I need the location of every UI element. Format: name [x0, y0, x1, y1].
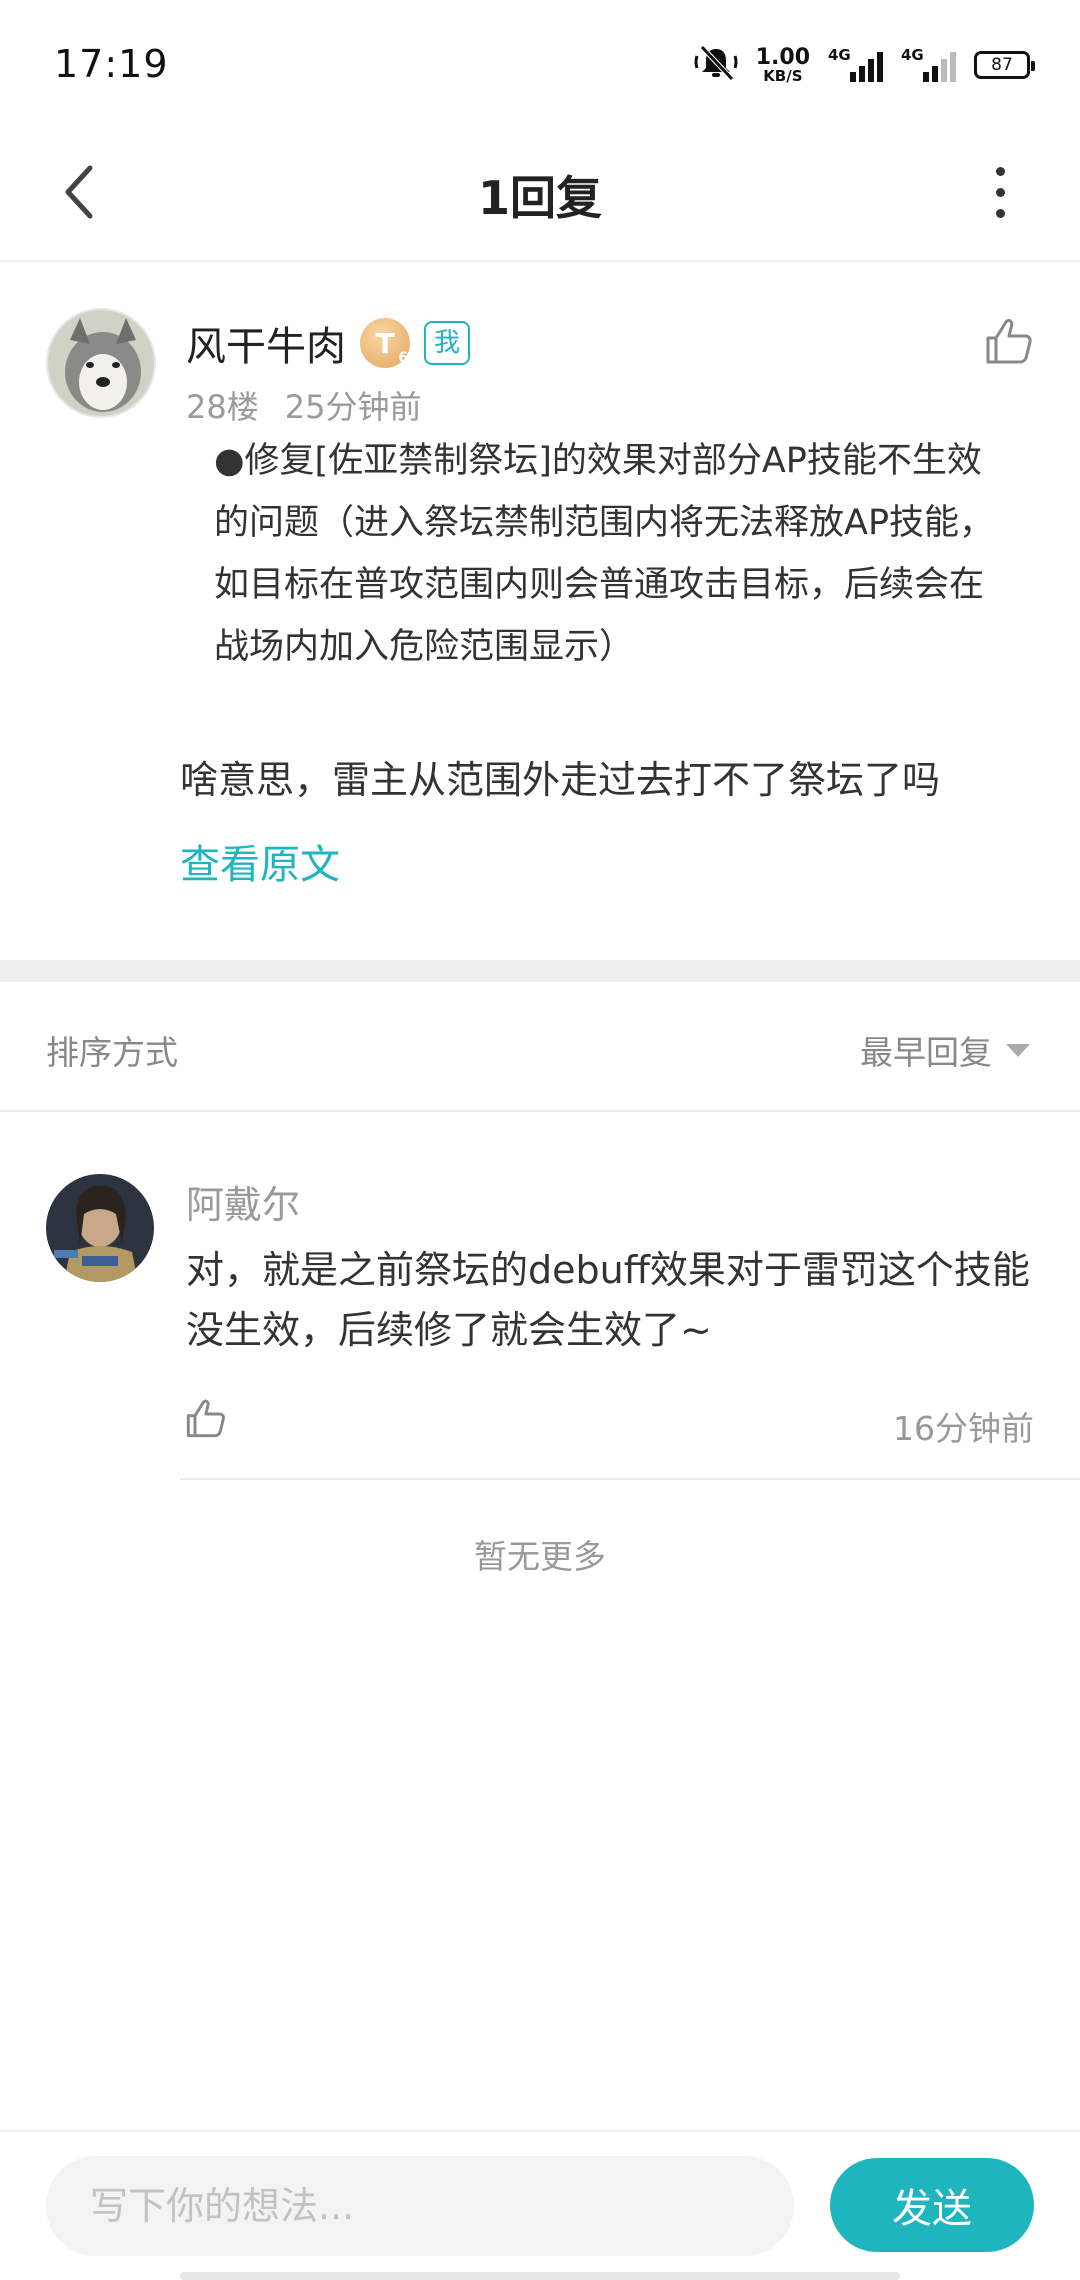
comment-meta: 28楼 25分钟前 — [186, 382, 421, 428]
reply-text: 对，就是之前祭坛的debuff效果对于雷罚这个技能没生效，后续修了就会生效了~ — [186, 1248, 1030, 1352]
status-icons: 1.00 KB/S 4G 4G 87 — [694, 42, 1035, 88]
author-name[interactable]: 风干牛肉 — [186, 314, 346, 372]
battery-icon: 87 — [974, 51, 1035, 79]
level-badge: T 6 — [360, 318, 410, 368]
avatar[interactable] — [46, 1174, 154, 1282]
signal-icon-secondary: 4G — [901, 46, 956, 82]
more-options-button[interactable] — [960, 152, 1040, 232]
floor-number: 28楼 — [186, 388, 259, 426]
sort-label: 排序方式 — [46, 1033, 178, 1072]
comment-time: 25分钟前 — [284, 388, 422, 426]
comment-composer: 发送 — [0, 2130, 1080, 2280]
view-original-link[interactable]: 查看原文 — [180, 832, 340, 890]
comment-input[interactable] — [46, 2156, 794, 2256]
like-button[interactable] — [180, 1394, 230, 1444]
avatar[interactable] — [46, 308, 156, 418]
sort-selected: 最早回复 — [860, 1033, 992, 1072]
network-speed: 1.00 KB/S — [755, 44, 810, 85]
status-bar: 17:19 1.00 KB/S 4G 4G 87 — [0, 0, 1080, 128]
list-item: 阿戴尔 对，就是之前祭坛的debuff效果对于雷罚这个技能没生效，后续修了就会生… — [0, 1112, 1080, 1482]
me-badge: 我 — [424, 321, 471, 365]
like-button[interactable] — [978, 312, 1038, 372]
app-header: 1回复 — [0, 128, 1080, 262]
page-title: 1回复 — [477, 171, 602, 225]
status-time: 17:19 — [54, 42, 169, 86]
author-row: 风干牛肉 T 6 我 — [186, 314, 471, 372]
signal-icon: 4G — [828, 46, 883, 82]
sort-dropdown[interactable]: 最早回复 — [860, 1026, 1030, 1074]
home-indicator[interactable] — [180, 2272, 900, 2280]
bell-muted-icon — [694, 43, 738, 87]
no-more-text: 暂无更多 — [474, 1537, 606, 1576]
quoted-text: ●修复[佐亚禁制祭坛]的效果对部分AP技能不生效的问题（进入祭坛禁制范围内将无法… — [214, 441, 995, 667]
divider — [180, 1478, 1080, 1480]
section-divider — [0, 960, 1080, 982]
caret-down-icon — [1006, 1043, 1030, 1057]
reply-time: 16分钟前 — [893, 1409, 1034, 1448]
send-button[interactable]: 发送 — [830, 2158, 1034, 2252]
reply-author[interactable]: 阿戴尔 — [186, 1174, 300, 1229]
thumbs-up-icon — [186, 1399, 225, 1438]
thumbs-up-icon — [986, 318, 1032, 364]
main-comment: 风干牛肉 T 6 我 28楼 25分钟前 ●修复[佐亚禁制祭坛]的效果对部分AP… — [0, 262, 1080, 960]
comment-text: 啥意思，雷主从范围外走过去打不了祭坛了吗 — [180, 758, 941, 802]
sort-bar: 排序方式 最早回复 — [0, 982, 1080, 1112]
